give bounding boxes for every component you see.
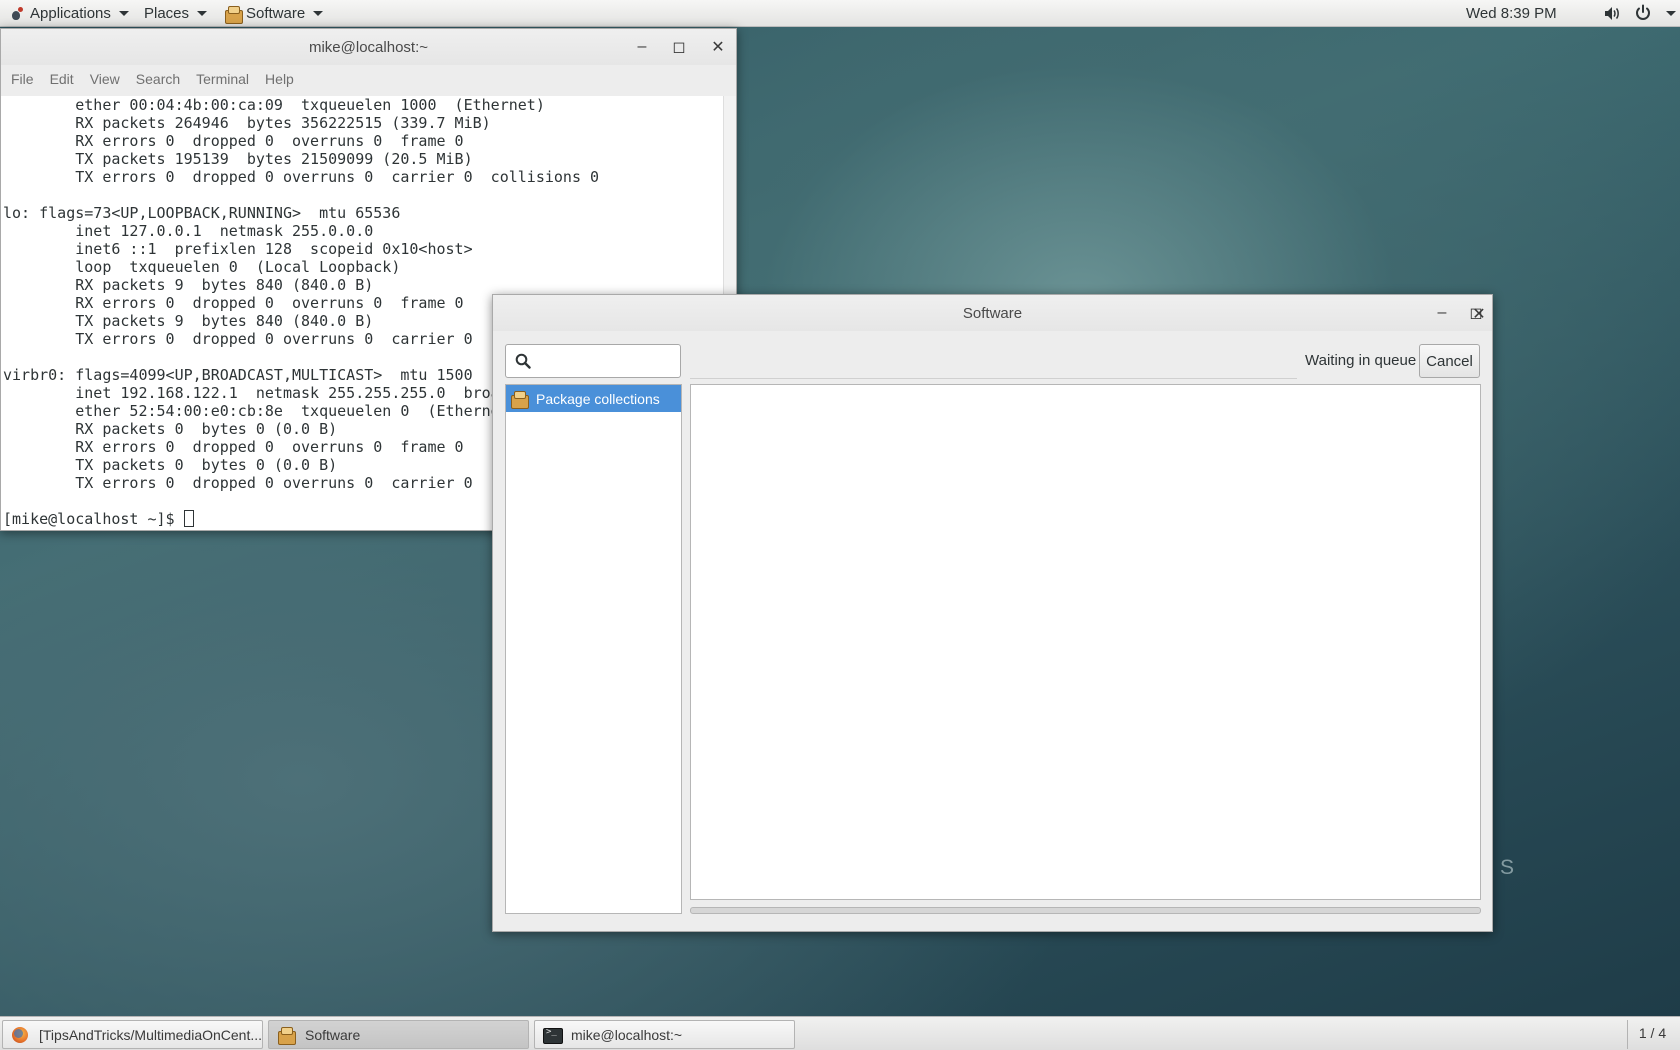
terminal-titlebar[interactable]: mike@localhost:~ – ◻ ✕ — [1, 29, 736, 65]
menu-search[interactable]: Search — [128, 71, 188, 87]
menu-view[interactable]: View — [82, 71, 128, 87]
workspace-indicator[interactable]: 1 / 4 — [1627, 1020, 1677, 1049]
terminal-line: inet 127.0.0.1 netmask 255.0.0.0 — [3, 222, 374, 240]
terminal-line: TX errors 0 dropped 0 overruns 0 carrier… — [3, 168, 600, 186]
places-label: Places — [144, 5, 190, 22]
terminal-line: RX errors 0 dropped 0 overruns 0 frame 0 — [3, 132, 464, 150]
chevron-down-icon — [118, 11, 129, 16]
places-menu[interactable]: Places — [136, 0, 215, 27]
top-bar: Applications Places Software Wed 8:39 PM — [0, 0, 1680, 27]
search-input[interactable] — [538, 349, 676, 373]
menu-file[interactable]: File — [3, 71, 42, 87]
desktop-glyph: S — [1500, 856, 1515, 879]
terminal-line: loop txqueuelen 0 (Local Loopback) — [3, 258, 401, 276]
close-icon[interactable]: ✕ — [703, 29, 733, 65]
taskbar: [TipsAndTricks/MultimediaOnCent... Softw… — [0, 1016, 1680, 1050]
terminal-line: lo: flags=73<UP,LOOPBACK,RUNNING> mtu 65… — [3, 204, 401, 222]
sidebar-item-label: Package collections — [536, 390, 660, 407]
terminal-menubar: File Edit View Search Terminal Help — [1, 65, 736, 93]
task-label: [TipsAndTricks/MultimediaOnCent... — [39, 1026, 263, 1043]
sidebar-item-package-collections[interactable]: Package collections — [506, 385, 681, 412]
system-menu-chevron-icon[interactable] — [1666, 11, 1676, 16]
task-label: Software — [305, 1026, 361, 1043]
task-firefox[interactable]: [TipsAndTricks/MultimediaOnCent... — [2, 1020, 263, 1049]
clock[interactable]: Wed 8:39 PM — [1466, 0, 1557, 27]
task-software[interactable]: Software — [268, 1020, 529, 1049]
volume-icon[interactable] — [1604, 6, 1620, 21]
software-window: Software – ◻ ✕ Waiting in queue Cancel P… — [492, 294, 1493, 932]
task-label: mike@localhost:~ — [571, 1026, 683, 1043]
package-list[interactable] — [690, 384, 1481, 900]
progress-track — [690, 378, 1297, 379]
terminal-prompt: [mike@localhost ~]$ — [3, 510, 184, 528]
menu-edit[interactable]: Edit — [42, 71, 82, 87]
cancel-button[interactable]: Cancel — [1419, 344, 1480, 378]
terminal-line: ether 00:04:4b:00:ca:09 txqueuelen 1000 … — [3, 96, 545, 114]
firefox-icon — [11, 1026, 29, 1044]
menu-terminal[interactable]: Terminal — [188, 71, 257, 87]
terminal-line: inet6 ::1 prefixlen 128 scopeid 0x10<hos… — [3, 240, 473, 258]
horizontal-scrollbar[interactable] — [690, 907, 1481, 914]
applications-menu[interactable]: Applications — [2, 0, 137, 27]
minimize-icon[interactable]: – — [1427, 295, 1457, 331]
software-title: Software — [962, 304, 1023, 322]
text-cursor — [183, 510, 194, 527]
package-icon — [510, 390, 529, 409]
terminal-line: TX packets 195139 bytes 21509099 (20.5 M… — [3, 150, 473, 168]
status-text: Waiting in queue — [1305, 352, 1417, 369]
gnome-foot-icon — [10, 6, 24, 21]
software-app-label: Software — [246, 5, 306, 22]
power-icon[interactable] — [1634, 4, 1652, 22]
package-icon — [277, 1026, 296, 1045]
task-terminal[interactable]: mike@localhost:~ — [534, 1020, 795, 1049]
terminal-icon — [543, 1026, 563, 1044]
minimize-icon[interactable]: – — [627, 29, 657, 65]
terminal-line: RX packets 9 bytes 840 (840.0 B) — [3, 276, 374, 294]
software-titlebar[interactable]: Software – ◻ — [493, 295, 1492, 331]
search-field[interactable] — [505, 344, 681, 378]
applications-label: Applications — [30, 5, 111, 22]
chevron-down-icon — [197, 11, 208, 16]
chevron-down-icon — [313, 11, 324, 16]
terminal-title: mike@localhost:~ — [308, 38, 429, 56]
terminal-line: RX packets 264946 bytes 356222515 (339.7… — [3, 114, 491, 132]
software-app-menu[interactable]: Software — [216, 0, 331, 27]
package-icon — [224, 5, 243, 24]
groups-sidebar: Package collections — [505, 384, 682, 914]
close-icon[interactable]: ✕ — [1464, 295, 1494, 331]
maximize-icon[interactable]: ◻ — [664, 29, 694, 65]
close-icon[interactable] — [1496, 295, 1497, 331]
search-icon — [515, 353, 531, 369]
menu-help[interactable]: Help — [257, 71, 302, 87]
